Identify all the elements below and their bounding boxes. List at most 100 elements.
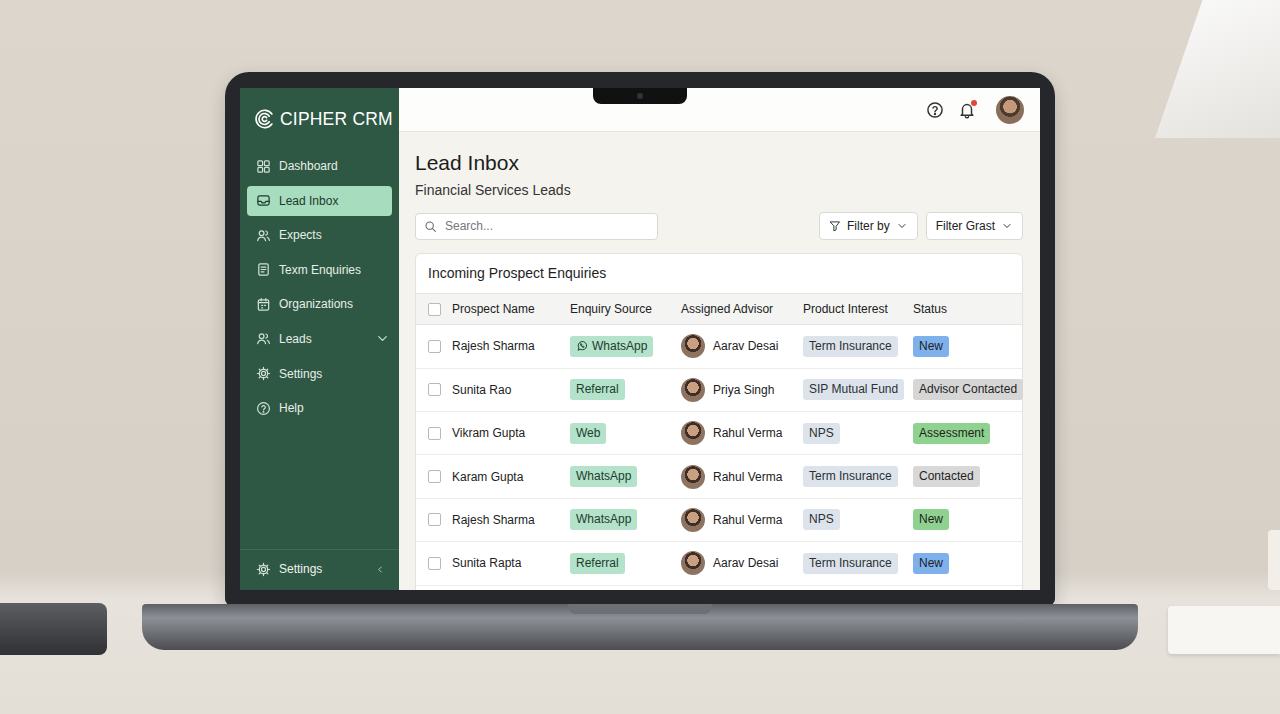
status-cell: Advisor Contacted — [913, 379, 1022, 400]
menu-icon — [256, 228, 271, 243]
menu-icon — [256, 193, 271, 208]
status-badge: New — [913, 509, 949, 530]
column-header[interactable]: Prospect Name — [452, 300, 570, 318]
product-tag: Term Insurance — [803, 553, 898, 574]
column-header[interactable]: Enquiry Source — [570, 300, 681, 318]
table-row[interactable]: Sunita RaoReferralPriya SinghSIP Mutual … — [416, 369, 1022, 412]
chevron-down-icon — [375, 334, 385, 344]
filter-button[interactable]: Filter Grast — [926, 212, 1023, 240]
sidebar-label: Help — [279, 399, 367, 417]
table-row[interactable]: Karam GuptaWhatsAppRahul VermaTerm Insur… — [416, 455, 1022, 498]
sidebar-item[interactable]: Lead Inbox — [247, 186, 392, 216]
filter-label: Filter Grast — [936, 217, 995, 235]
help-icon[interactable] — [926, 101, 944, 119]
sidebar-item[interactable]: Organizations — [247, 289, 392, 319]
laptop-base — [142, 604, 1138, 650]
row-checkbox[interactable] — [428, 513, 441, 526]
table-row[interactable]: Vikram GuptaWebRahul VermaNPSAssessment — [416, 412, 1022, 455]
filter-button[interactable]: Filter by — [819, 212, 918, 240]
source-tag: WhatsApp — [570, 509, 637, 530]
source-cell: Referral — [570, 553, 681, 574]
column-header[interactable]: Assigned Advisor — [681, 300, 803, 318]
user-avatar[interactable] — [996, 96, 1024, 124]
funnel-icon-svg — [829, 220, 841, 232]
menu-icon-svg — [256, 331, 271, 346]
product-tag: Term Insurance — [803, 336, 898, 357]
table-row[interactable]: Sunita RaptaReferralAarav DesaiTerm Insu… — [416, 542, 1022, 585]
product-cell: Term Insurance — [803, 553, 913, 574]
table-row[interactable]: Rajesh SharmaWhatsAppAarav DesaiTerm Ins… — [416, 325, 1022, 368]
logo-icon-svg — [254, 108, 276, 130]
notification-bell[interactable] — [958, 101, 976, 119]
advisor-cell: Priya Singh — [681, 378, 803, 402]
menu-icon-svg — [256, 297, 271, 312]
sidebar-item[interactable]: Texm Enquiries — [247, 255, 392, 285]
prospect-name: Rajesh Sharma — [452, 511, 570, 529]
unread-dot — [971, 100, 977, 106]
status-cell: New — [913, 509, 1022, 530]
sidebar-item[interactable]: Settings — [247, 359, 392, 389]
column-header[interactable]: Status — [913, 300, 1022, 318]
source-label: Referral — [576, 382, 619, 397]
row-checkbox[interactable] — [428, 427, 441, 440]
desk-scene: CIPHER CRM Dashboard Lead Inbox Expects Texm… — [0, 0, 1280, 714]
chevron-down-icon — [1001, 220, 1013, 232]
chevron-down-icon-svg — [896, 220, 908, 232]
desk-notebook — [1168, 606, 1280, 654]
advisor-name: Priya Singh — [713, 381, 774, 399]
advisor-avatar — [681, 334, 705, 358]
whatsapp-icon — [576, 340, 588, 352]
row-checkbox[interactable] — [428, 340, 441, 353]
source-cell: WhatsApp — [570, 509, 681, 530]
prospect-name: Rajesh Sharma — [452, 337, 570, 355]
status-badge: Contacted — [913, 466, 980, 487]
sidebar-item[interactable]: Dashboard — [247, 151, 392, 181]
status-cell: Contacted — [913, 466, 1022, 487]
source-cell: WhatsApp — [570, 466, 681, 487]
row-checkbox[interactable] — [428, 557, 441, 570]
checkbox-cell — [428, 513, 452, 526]
row-checkbox[interactable] — [428, 383, 441, 396]
source-tag: Referral — [570, 379, 625, 400]
content: Lead InboxFinancial Services LeadsFilter… — [399, 132, 1040, 590]
menu-icon — [256, 262, 271, 277]
gear-icon-svg — [256, 562, 271, 577]
laptop-screen: CIPHER CRM Dashboard Lead Inbox Expects Texm… — [240, 88, 1040, 590]
table-row[interactable]: Rajesh SharmaWhatsAppRahul VermaNPSNew — [416, 499, 1022, 542]
status-cell: Assessment — [913, 423, 1022, 444]
search-input[interactable] — [445, 217, 649, 235]
checkbox-cell — [428, 557, 452, 570]
source-label: WhatsApp — [576, 469, 631, 484]
chevron-down-icon — [896, 220, 908, 232]
product-cell: NPS — [803, 423, 913, 444]
menu-icon — [256, 297, 271, 312]
whatsapp-icon-svg — [576, 340, 588, 352]
menu-icon-svg — [256, 193, 271, 208]
search-box[interactable] — [415, 213, 658, 240]
advisor-name: Aarav Desai — [713, 554, 778, 572]
advisor-name: Rahul Verma — [713, 424, 782, 442]
source-tag: WhatsApp — [570, 466, 637, 487]
sidebar-item[interactable]: Help — [247, 393, 392, 423]
row-checkbox[interactable] — [428, 303, 441, 316]
column-header[interactable]: Product Interest — [803, 300, 913, 318]
checkbox-cell — [428, 340, 452, 353]
sidebar-label: Texm Enquiries — [279, 261, 367, 279]
sidebar: CIPHER CRM Dashboard Lead Inbox Expects Texm… — [240, 88, 399, 590]
sidebar-item[interactable]: Expects — [247, 220, 392, 250]
row-checkbox[interactable] — [428, 470, 441, 483]
logo-icon — [254, 108, 276, 130]
product-cell: Term Insurance — [803, 466, 913, 487]
laptop: CIPHER CRM Dashboard Lead Inbox Expects Texm… — [0, 0, 1280, 650]
advisor-cell: Aarav Desai — [681, 551, 803, 575]
enquiries-card: Incoming Prospect EnquiriesProspect Name… — [415, 253, 1023, 590]
desk-phone — [0, 603, 107, 655]
app-logo[interactable]: CIPHER CRM — [240, 88, 399, 138]
chevron-down-icon-svg — [375, 331, 390, 346]
sidebar-footer[interactable]: Settings — [240, 549, 399, 590]
menu-icon-svg — [256, 159, 271, 174]
advisor-avatar — [681, 551, 705, 575]
search-icon — [424, 220, 437, 233]
advisor-cell: Aarav Desai — [681, 334, 803, 358]
sidebar-item[interactable]: Leads — [247, 324, 392, 354]
